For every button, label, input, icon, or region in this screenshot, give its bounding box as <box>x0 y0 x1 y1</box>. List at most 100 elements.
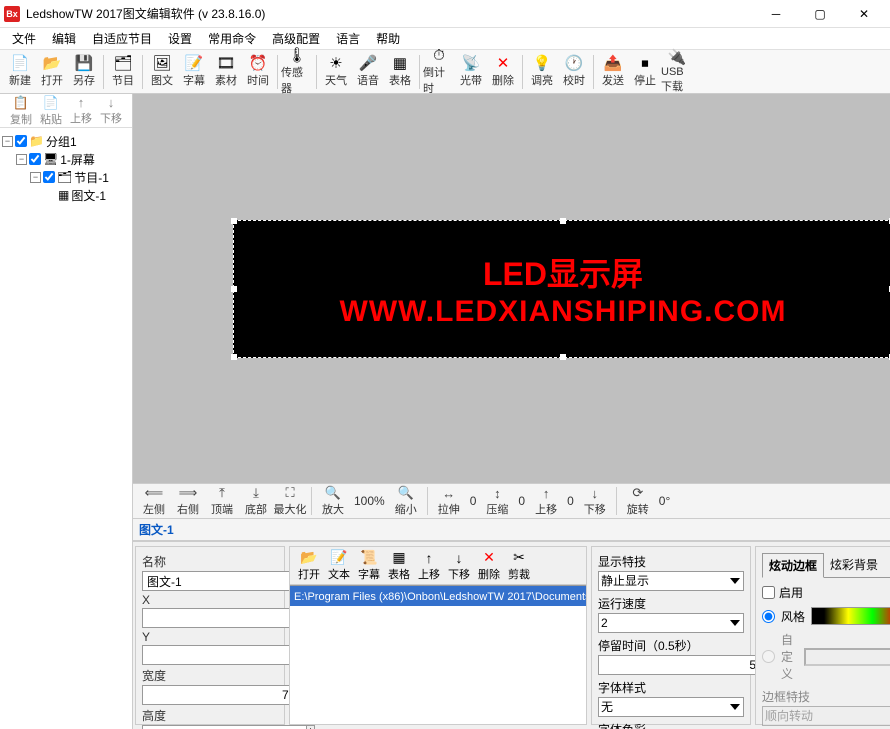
tree-screen[interactable]: 1-屏幕 <box>60 151 95 168</box>
menu-adaptive[interactable]: 自适应节目 <box>84 27 160 50</box>
view-顶端[interactable]: ⤒顶端 <box>205 485 239 517</box>
menu-language[interactable]: 语言 <box>328 27 368 50</box>
toolbar-删除[interactable]: ✕删除 <box>487 52 519 92</box>
content-打开[interactable]: 📂打开 <box>294 549 324 582</box>
content-文本[interactable]: 📝文本 <box>324 549 354 582</box>
screen-check[interactable] <box>29 153 41 165</box>
style-radio[interactable] <box>762 610 775 623</box>
project-tree[interactable]: −📁分组1 −🖥1-屏幕 −🗂节目-1 ▦图文-1 <box>0 128 132 729</box>
content-剪裁[interactable]: ✂剪裁 <box>504 549 534 582</box>
resize-handle[interactable] <box>231 218 237 224</box>
menu-edit[interactable]: 编辑 <box>44 27 84 50</box>
toolbar-图文[interactable]: 🖼图文 <box>146 52 178 92</box>
view-左侧[interactable]: ⟸左侧 <box>137 485 171 517</box>
toolbar-新建[interactable]: 📄新建 <box>4 52 36 92</box>
view-下移[interactable]: ↓下移 <box>578 486 612 517</box>
title-bar: Bx LedshowTW 2017图文编辑软件 (v 23.8.16.0) ─ … <box>0 0 890 28</box>
content-上移[interactable]: ↑上移 <box>414 550 444 582</box>
area-tab-label[interactable]: 图文-1 <box>133 519 890 541</box>
expand-icon[interactable]: − <box>2 136 13 147</box>
edit-粘贴[interactable]: 📄粘贴 <box>36 95 66 127</box>
show-effect-select[interactable]: 静止显示 <box>598 571 744 591</box>
edit-复制[interactable]: 📋复制 <box>6 95 36 127</box>
zoom-in-button[interactable]: 🔍放大 <box>316 485 350 517</box>
menu-settings[interactable]: 设置 <box>160 27 200 50</box>
view-最大化[interactable]: ⛶最大化 <box>273 485 307 517</box>
menu-common[interactable]: 常用命令 <box>200 27 264 50</box>
y-input[interactable] <box>142 645 307 665</box>
x-input[interactable] <box>142 608 307 628</box>
enable-border-check[interactable] <box>762 586 775 599</box>
list-item[interactable]: E:\Program Files (x86)\Onbon\LedshowTW 2… <box>290 586 586 606</box>
menu-help[interactable]: 帮助 <box>368 27 408 50</box>
toolbar-表格[interactable]: ▦表格 <box>384 52 416 92</box>
toolbar-传感器[interactable]: 🌡传感器 <box>281 52 313 92</box>
content-表格[interactable]: ▦表格 <box>384 549 414 582</box>
font-style-select[interactable]: 无 <box>598 697 744 717</box>
toolbar-校时[interactable]: 🕐校时 <box>558 52 590 92</box>
toolbar-USB下载[interactable]: 🔌USB下载 <box>661 52 693 92</box>
content-删除[interactable]: ✕删除 <box>474 549 504 582</box>
tab-background[interactable]: 炫彩背景 <box>824 553 884 577</box>
height-input[interactable] <box>142 725 307 729</box>
screen-icon: 🖥 <box>43 152 58 166</box>
content-字幕[interactable]: 📜字幕 <box>354 549 384 582</box>
toolbar-倒计时[interactable]: ⏱倒计时 <box>423 52 455 92</box>
view-底部[interactable]: ⤓底部 <box>239 485 273 517</box>
resize-handle[interactable] <box>231 286 237 292</box>
toolbar-光带[interactable]: 📡光带 <box>455 52 487 92</box>
toolbar-停止[interactable]: ⏹停止 <box>629 52 661 92</box>
toolbar-另存[interactable]: 💾另存 <box>68 52 100 92</box>
left-sidebar: 📋复制📄粘贴↑上移↓下移 −📁分组1 −🖥1-屏幕 −🗂节目-1 ▦图文-1 <box>0 94 133 729</box>
rotate-button: ⟳旋转 <box>621 485 655 517</box>
zoom-value: 100% <box>350 494 389 508</box>
maximize-button[interactable]: ▢ <box>798 0 842 28</box>
tab-border[interactable]: 炫动边框 <box>762 553 824 578</box>
view-右侧[interactable]: ⟹右侧 <box>171 485 205 517</box>
speed-select[interactable]: 2 <box>598 613 744 633</box>
group-check[interactable] <box>15 135 27 147</box>
resize-handle[interactable] <box>560 354 566 360</box>
tree-group[interactable]: 分组1 <box>46 133 77 150</box>
content-下移[interactable]: ↓下移 <box>444 550 474 582</box>
menu-file[interactable]: 文件 <box>4 27 44 50</box>
toolbar-天气[interactable]: ☀天气 <box>320 52 352 92</box>
program-check[interactable] <box>43 171 55 183</box>
height-spinner[interactable]: ▲▼ <box>307 725 315 729</box>
传感器-icon: 🌡 <box>289 47 305 63</box>
edit-下移[interactable]: ↓下移 <box>96 95 126 126</box>
toolbar-字幕[interactable]: 📝字幕 <box>178 52 210 92</box>
name-input[interactable] <box>142 571 307 591</box>
content-list[interactable]: E:\Program Files (x86)\Onbon\LedshowTW 2… <box>290 585 586 724</box>
view-拉伸[interactable]: ↔拉伸 <box>432 486 466 517</box>
光带-icon: 📡 <box>463 55 479 71</box>
toolbar-调亮[interactable]: 💡调亮 <box>526 52 558 92</box>
打开-icon: 📂 <box>44 55 60 71</box>
minimize-button[interactable]: ─ <box>754 0 798 28</box>
view-上移[interactable]: ↑上移 <box>529 486 563 517</box>
view-压缩[interactable]: ↕压缩 <box>480 486 514 517</box>
表格-icon: ▦ <box>392 55 408 71</box>
toolbar-素材[interactable]: 🎞素材 <box>210 52 242 92</box>
expand-icon[interactable]: − <box>30 172 41 183</box>
led-preview[interactable]: LED显示屏 WWW.LEDXIANSHIPING.COM <box>233 220 890 358</box>
tree-area[interactable]: 图文-1 <box>71 187 106 204</box>
width-input[interactable] <box>142 685 307 705</box>
toolbar-语音[interactable]: 🎤语音 <box>352 52 384 92</box>
toolbar-时间[interactable]: ⏰时间 <box>242 52 274 92</box>
program-icon: 🗂 <box>57 170 72 184</box>
edit-上移[interactable]: ↑上移 <box>66 95 96 126</box>
speed-label: 运行速度 <box>598 595 744 612</box>
canvas-area[interactable]: LED显示屏 WWW.LEDXIANSHIPING.COM <box>133 94 890 483</box>
resize-handle[interactable] <box>560 218 566 224</box>
zoom-out-button[interactable]: 🔍缩小 <box>389 485 423 517</box>
resize-handle[interactable] <box>231 354 237 360</box>
app-icon: Bx <box>4 6 20 22</box>
toolbar-节目[interactable]: 🗂节目 <box>107 52 139 92</box>
stay-input[interactable] <box>598 655 759 675</box>
toolbar-发送[interactable]: 📤发送 <box>597 52 629 92</box>
tree-program[interactable]: 节目-1 <box>74 169 109 186</box>
expand-icon[interactable]: − <box>16 154 27 165</box>
close-button[interactable]: ✕ <box>842 0 886 28</box>
toolbar-打开[interactable]: 📂打开 <box>36 52 68 92</box>
